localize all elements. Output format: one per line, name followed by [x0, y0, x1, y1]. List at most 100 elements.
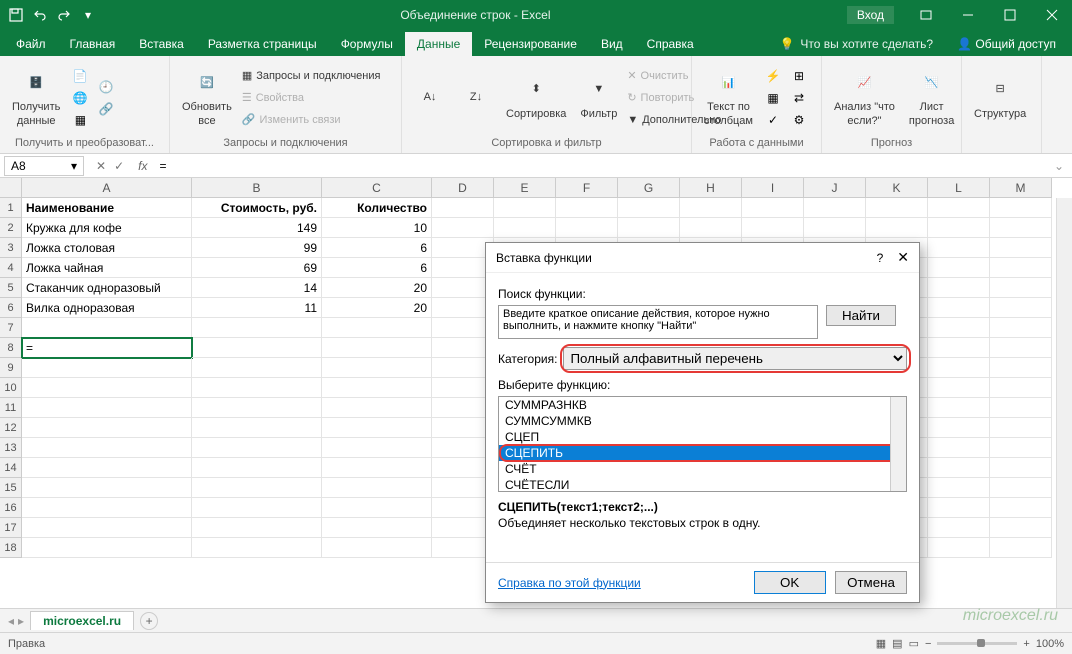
col-header[interactable]: H — [680, 178, 742, 198]
edit-links-button[interactable]: 🔗Изменить связи — [242, 110, 381, 130]
help-icon[interactable]: ? — [877, 251, 884, 265]
cell[interactable] — [192, 518, 322, 538]
cell[interactable] — [990, 378, 1052, 398]
row-header[interactable]: 18 — [0, 538, 22, 558]
relationships-icon[interactable]: ⇄ — [789, 88, 809, 108]
cell[interactable] — [990, 218, 1052, 238]
cell[interactable] — [928, 418, 990, 438]
cell[interactable]: 6 — [322, 238, 432, 258]
find-button[interactable]: Найти — [826, 305, 896, 326]
cell[interactable] — [804, 218, 866, 238]
cell[interactable] — [928, 258, 990, 278]
select-all-corner[interactable] — [0, 178, 22, 198]
row-header[interactable]: 16 — [0, 498, 22, 518]
sort-button[interactable]: ⬍ Сортировка — [502, 72, 570, 123]
cell[interactable] — [990, 358, 1052, 378]
vertical-scrollbar[interactable] — [1056, 198, 1072, 608]
row-header[interactable]: 6 — [0, 298, 22, 318]
cell[interactable]: 149 — [192, 218, 322, 238]
tab-Файл[interactable]: Файл — [4, 32, 58, 56]
from-text-icon[interactable]: 📄 — [70, 66, 90, 86]
data-validation-icon[interactable]: ✓ — [763, 110, 783, 130]
properties-button[interactable]: ☰Свойства — [242, 88, 381, 108]
cell[interactable] — [990, 258, 1052, 278]
cell[interactable]: 99 — [192, 238, 322, 258]
tab-Рецензирование[interactable]: Рецензирование — [472, 32, 589, 56]
outline-button[interactable]: ⊟ Структура — [970, 72, 1030, 123]
redo-icon[interactable] — [54, 5, 74, 25]
save-icon[interactable] — [6, 5, 26, 25]
cancel-button[interactable]: Отмена — [835, 571, 907, 594]
cell[interactable] — [928, 338, 990, 358]
cell[interactable]: Стаканчик одноразовый — [22, 278, 192, 298]
cell[interactable] — [928, 358, 990, 378]
col-header[interactable]: D — [432, 178, 494, 198]
cell[interactable] — [192, 458, 322, 478]
manage-model-icon[interactable]: ⚙ — [789, 110, 809, 130]
cell[interactable] — [990, 498, 1052, 518]
row-header[interactable]: 15 — [0, 478, 22, 498]
cell[interactable] — [928, 498, 990, 518]
cell[interactable] — [322, 458, 432, 478]
cell[interactable]: Стоимость, руб. — [192, 198, 322, 218]
col-header[interactable]: C — [322, 178, 432, 198]
get-data-button[interactable]: 🗄️ Получить данные — [8, 65, 64, 129]
cell[interactable] — [680, 218, 742, 238]
col-header[interactable]: J — [804, 178, 866, 198]
cell[interactable] — [928, 378, 990, 398]
cell[interactable] — [928, 218, 990, 238]
sheet-tab[interactable]: microexcel.ru — [30, 611, 134, 630]
ok-button[interactable]: OK — [754, 571, 826, 594]
row-header[interactable]: 14 — [0, 458, 22, 478]
cell[interactable] — [192, 318, 322, 338]
cell[interactable] — [22, 498, 192, 518]
row-header[interactable]: 10 — [0, 378, 22, 398]
tab-Формулы[interactable]: Формулы — [329, 32, 405, 56]
share-button[interactable]: 👤 Общий доступ — [945, 32, 1068, 56]
expand-formula-icon[interactable]: ⌄ — [1046, 159, 1072, 173]
cell[interactable] — [22, 538, 192, 558]
function-item[interactable]: СЧЁТ — [499, 461, 906, 477]
formula-input[interactable]: = — [153, 159, 1045, 173]
col-header[interactable]: L — [928, 178, 990, 198]
cell[interactable] — [990, 198, 1052, 218]
cell[interactable]: Количество — [322, 198, 432, 218]
cell[interactable] — [322, 438, 432, 458]
cell[interactable] — [990, 518, 1052, 538]
row-header[interactable]: 7 — [0, 318, 22, 338]
function-item[interactable]: СУММСУММКВ — [499, 413, 906, 429]
view-normal-icon[interactable]: ▦ — [876, 637, 886, 650]
cell[interactable] — [928, 198, 990, 218]
cell[interactable] — [990, 458, 1052, 478]
accept-formula-icon[interactable]: ✓ — [114, 159, 124, 173]
cell[interactable] — [22, 318, 192, 338]
cancel-formula-icon[interactable]: ✕ — [96, 159, 106, 173]
function-item[interactable]: СУММРАЗНКВ — [499, 397, 906, 413]
cell[interactable]: Вилка одноразовая — [22, 298, 192, 318]
cell[interactable] — [928, 318, 990, 338]
cell[interactable] — [990, 398, 1052, 418]
cell[interactable] — [990, 478, 1052, 498]
zoom-in-icon[interactable]: + — [1023, 638, 1029, 650]
name-box[interactable]: A8 ▾ — [4, 156, 84, 176]
cell[interactable]: 20 — [322, 278, 432, 298]
tab-Разметка страницы[interactable]: Разметка страницы — [196, 32, 329, 56]
cell[interactable]: 69 — [192, 258, 322, 278]
cell[interactable] — [22, 398, 192, 418]
view-layout-icon[interactable]: ▤ — [892, 637, 902, 650]
cell[interactable] — [990, 418, 1052, 438]
cell[interactable]: 14 — [192, 278, 322, 298]
whatif-button[interactable]: 📈 Анализ "что если?" — [830, 65, 899, 129]
cell[interactable] — [192, 538, 322, 558]
col-header[interactable]: F — [556, 178, 618, 198]
flash-fill-icon[interactable]: ⚡ — [763, 66, 783, 86]
cell[interactable] — [322, 378, 432, 398]
cell[interactable] — [192, 418, 322, 438]
qat-dropdown-icon[interactable]: ▾ — [78, 5, 98, 25]
consolidate-icon[interactable]: ⊞ — [789, 66, 809, 86]
row-header[interactable]: 3 — [0, 238, 22, 258]
cell[interactable] — [494, 198, 556, 218]
zoom-out-icon[interactable]: − — [925, 638, 931, 650]
cell[interactable]: Ложка чайная — [22, 258, 192, 278]
cell[interactable] — [618, 218, 680, 238]
